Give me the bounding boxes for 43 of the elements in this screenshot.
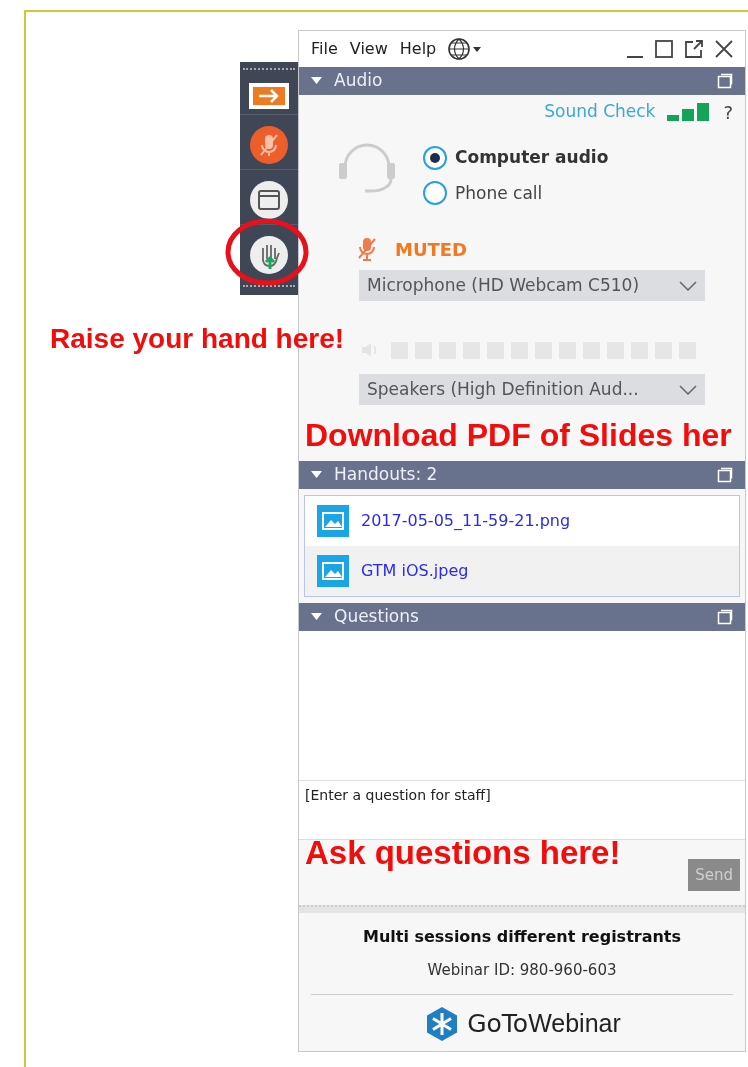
- annotation-text: Download PDF of Slides her: [305, 416, 732, 455]
- raise-hand-icon[interactable]: [249, 235, 289, 275]
- pop-out-icon[interactable]: [717, 73, 733, 89]
- chevron-down-icon: [679, 280, 697, 291]
- handout-file[interactable]: GTM iOS.jpeg: [305, 546, 739, 596]
- panel-header[interactable]: Audio: [299, 67, 745, 95]
- signal-bars-icon: [667, 102, 712, 122]
- panel-header[interactable]: Handouts: 2: [299, 461, 745, 489]
- radio-option[interactable]: Phone call: [423, 180, 609, 206]
- image-file-icon: [317, 505, 349, 537]
- webinar-id: Webinar ID: 980-960-603: [427, 960, 617, 981]
- gotowebinar-logo: GoToWebinar: [423, 1004, 621, 1043]
- device-dropdown[interactable]: Microphone (HD Webcam C510): [359, 270, 705, 301]
- pop-out-icon[interactable]: [717, 467, 733, 483]
- pop-out-icon[interactable]: [717, 609, 733, 625]
- window-icon[interactable]: [249, 180, 289, 220]
- collapse-icon: [311, 471, 322, 479]
- webinar-title: Multi sessions different registrants: [362, 926, 682, 948]
- menu-item[interactable]: View: [349, 37, 388, 61]
- panel-title: Handouts: 2: [334, 463, 439, 487]
- help-link[interactable]: ?: [723, 98, 733, 126]
- mute-status: MUTED: [395, 237, 468, 262]
- panel-header[interactable]: Questions: [299, 603, 745, 631]
- close-icon[interactable]: [715, 40, 733, 58]
- radio-option[interactable]: Computer audio: [423, 145, 609, 171]
- device-dropdown[interactable]: Speakers (High Definition Aud...: [359, 374, 705, 405]
- collapse-icon: [311, 77, 322, 85]
- panel-title: Questions: [334, 605, 420, 629]
- grip-strip: [243, 285, 295, 289]
- annotation-text: Raise your hand here!: [50, 322, 345, 356]
- muted-mic-icon[interactable]: [249, 125, 289, 165]
- pop-out-icon[interactable]: [685, 40, 703, 58]
- collapse-icon: [311, 613, 322, 621]
- image-file-icon: [317, 555, 349, 587]
- panel-title: Audio: [334, 69, 384, 93]
- muted-mic-icon: [357, 236, 377, 262]
- globe-caret-icon[interactable]: [448, 38, 483, 60]
- menu-item[interactable]: File: [311, 37, 338, 61]
- menu-item[interactable]: Help: [399, 37, 437, 61]
- question-input[interactable]: [Enter a question for staff]: [299, 781, 745, 840]
- grip-strip: [243, 68, 295, 72]
- maximize-icon[interactable]: [655, 40, 673, 58]
- chevron-down-icon: [679, 384, 697, 395]
